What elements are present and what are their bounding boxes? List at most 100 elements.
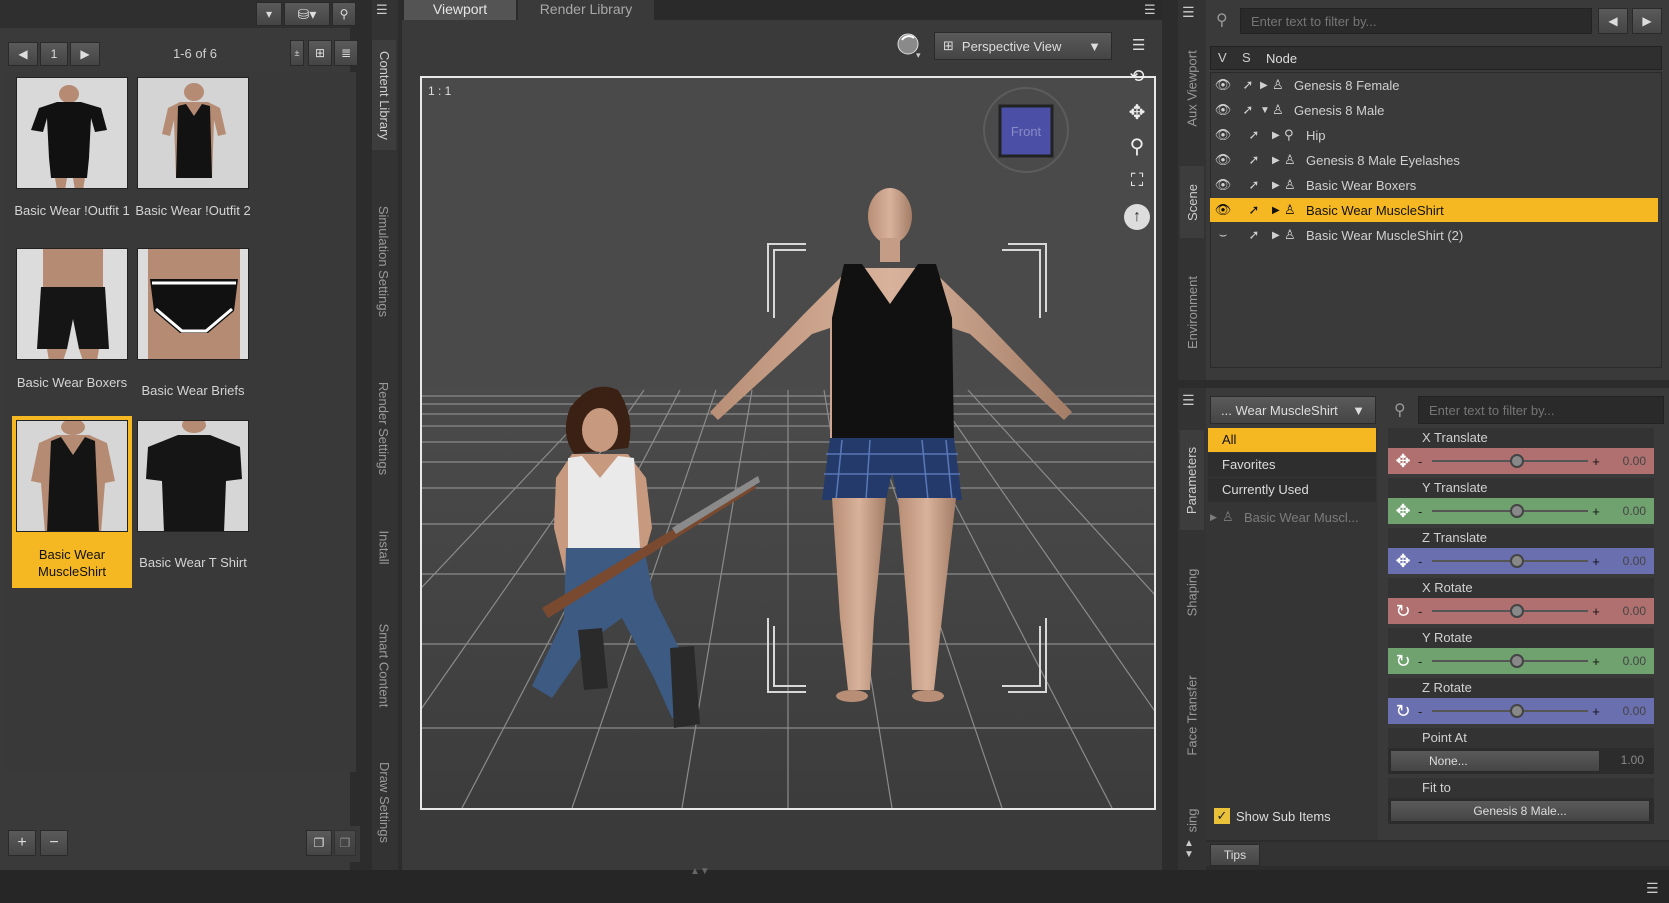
cursor-icon[interactable]: ➚ [1236,77,1260,93]
thumb-muscleshirt[interactable] [16,420,128,532]
reset-view-icon[interactable]: ↑ [1124,204,1150,230]
category-currently-used[interactable]: Currently Used [1208,478,1376,502]
tab-render-library[interactable]: Render Library [518,0,654,20]
next-page-button[interactable]: ▶ [70,42,100,66]
scene-row[interactable]: 👁 ➚ ▶ ♙ Basic Wear Boxers [1210,173,1658,197]
eye-icon[interactable]: 👁 [1210,127,1236,143]
paste-button[interactable]: ❐ [334,830,356,856]
tab-posing[interactable]: sing [1180,800,1204,840]
expand-arrow-icon[interactable]: ▶ [1272,180,1284,191]
show-sub-items-checkbox[interactable]: ✓ [1214,808,1230,824]
tab-smart-content[interactable]: Smart Content [372,610,396,720]
thumb-tshirt[interactable] [137,420,249,532]
param-slider[interactable]: ✥ - +0.00 [1388,448,1654,474]
col-selectable[interactable]: S [1242,50,1251,65]
slider-knob[interactable] [1510,454,1524,468]
param-value[interactable]: 0.00 [1623,704,1646,718]
expand-arrow-icon[interactable]: ▶ [1272,155,1284,166]
scene-back-button[interactable]: ◀ [1598,8,1628,34]
collapse-arrow-icon[interactable]: ▼ [1260,105,1272,116]
tab-face-transfer[interactable]: Face Transfer [1180,660,1204,770]
expand-arrow-icon[interactable]: ▶ [1272,130,1284,141]
view-selector-dropdown[interactable]: ⊞ Perspective View ▼ [934,32,1112,60]
cursor-icon[interactable]: ➚ [1236,127,1272,143]
viewport-options-icon[interactable]: ☰ [1132,36,1145,54]
node-selector-dropdown[interactable]: ... Wear MuscleShirt ▼ [1210,396,1376,424]
expand-arrow-icon[interactable]: ▶ [1272,230,1284,241]
fit-to-button[interactable]: Genesis 8 Male... [1390,800,1650,822]
tab-draw-settings[interactable]: Draw Settings [372,752,396,852]
thumb-outfit-1[interactable] [16,77,128,189]
params-filter-input[interactable] [1418,396,1664,424]
parameters-menu-icon[interactable]: ☰ [1182,392,1195,409]
search-button[interactable]: ⚲ [332,2,356,26]
param-slider[interactable]: ↻ - +0.00 [1388,598,1654,624]
col-node[interactable]: Node [1266,51,1297,66]
viewport-menu-icon[interactable]: ☰ [1144,2,1156,18]
slider-track[interactable] [1432,654,1588,668]
slider-knob[interactable] [1510,704,1524,718]
slider-track[interactable] [1432,504,1588,518]
cursor-icon[interactable]: ➚ [1236,102,1260,118]
eye-icon[interactable]: 👁 [1210,152,1236,168]
slider-track[interactable] [1432,454,1588,468]
tab-viewport[interactable]: Viewport [404,0,516,20]
param-slider[interactable]: ↻ - +0.00 [1388,648,1654,674]
scene-row[interactable]: 👁 ➚ ▶ ♙ Genesis 8 Female [1210,73,1658,97]
thumb-briefs[interactable] [137,248,249,360]
page-number-field[interactable]: 1 [40,42,68,66]
frame-tool-icon[interactable]: ⛶ [1122,170,1152,196]
splitter-arrows-icon[interactable]: ▲ ▼ [1184,838,1194,860]
eye-icon[interactable]: 👁 [1210,77,1236,93]
slider-track[interactable] [1432,604,1588,618]
add-button[interactable]: + [8,830,36,856]
orbit-tool-icon[interactable]: ⟲ [1122,66,1152,92]
cursor-icon[interactable]: ➚ [1236,177,1272,193]
category-all[interactable]: All [1208,428,1376,452]
slider-track[interactable] [1432,704,1588,718]
eye-icon[interactable]: 👁 [1210,177,1236,193]
scene-row[interactable]: 👁 ➚ ▶ ⚲ Hip [1210,123,1658,147]
scene-row[interactable]: 👁 ➚ ▼ ♙ Genesis 8 Male [1210,98,1658,122]
scene-forward-button[interactable]: ▶ [1632,8,1662,34]
eye-closed-icon[interactable]: ⌣ [1210,227,1236,243]
param-value[interactable]: 0.00 [1623,604,1646,618]
slider-knob[interactable] [1510,504,1524,518]
cursor-icon[interactable]: ➚ [1236,202,1272,218]
list-view-button[interactable]: ≣ [334,40,358,66]
tips-tab[interactable]: Tips [1210,844,1260,866]
zoom-stepper[interactable]: ± [290,40,304,66]
zoom-tool-icon[interactable]: ⚲ [1122,134,1152,160]
pane-menu-icon[interactable]: ☰ [1646,880,1659,897]
prev-page-button[interactable]: ◀ [8,42,38,66]
tab-simulation-settings[interactable]: Simulation Settings [372,186,396,336]
cursor-icon[interactable]: ➚ [1236,227,1272,243]
database-button[interactable]: ⛁▾ [284,2,330,26]
collapse-handle-icon[interactable]: ▲▼ [690,866,710,877]
grid-view-button[interactable]: ⊞ [308,40,332,66]
tab-environment[interactable]: Environment [1180,262,1204,362]
tab-shaping[interactable]: Shaping [1180,552,1204,632]
category-node-item[interactable]: ▶ ♙ Basic Wear Muscl... [1210,506,1376,528]
cursor-icon[interactable]: ➚ [1236,152,1272,168]
tab-render-settings[interactable]: Render Settings [372,368,396,488]
expand-arrow-icon[interactable]: ▶ [1210,512,1222,523]
param-value[interactable]: 0.00 [1623,504,1646,518]
tab-scene[interactable]: Scene [1180,166,1204,238]
draw-style-button[interactable]: ▾ [894,32,924,60]
scene-filter-input[interactable] [1240,8,1592,34]
param-slider[interactable]: ↻ - +0.00 [1388,698,1654,724]
thumb-outfit-2[interactable] [137,77,249,189]
remove-button[interactable]: − [40,830,68,856]
scene-menu-icon[interactable]: ☰ [1182,4,1195,21]
point-at-value[interactable]: 1.00 [1621,753,1644,767]
param-slider[interactable]: ✥ - +0.00 [1388,548,1654,574]
point-at-button[interactable]: None... [1390,750,1600,772]
col-visible[interactable]: V [1218,50,1227,65]
tab-parameters[interactable]: Parameters [1180,430,1204,530]
slider-track[interactable] [1432,554,1588,568]
tab-content-library[interactable]: Content Library [372,40,396,150]
expand-arrow-icon[interactable]: ▶ [1272,205,1284,216]
scene-row[interactable]: 👁 ➚ ▶ ♙ Genesis 8 Male Eyelashes [1210,148,1658,172]
slider-knob[interactable] [1510,554,1524,568]
